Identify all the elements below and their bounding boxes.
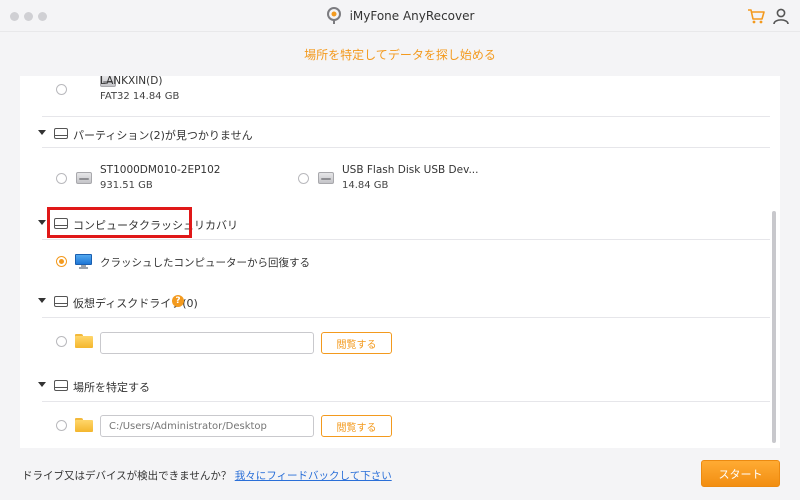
virtual-drive-browse-button[interactable]: 閲覧する [321, 332, 392, 354]
drive-icon [76, 169, 92, 186]
footer-question: ドライブ又はデバイスが検出できませんか？ [22, 470, 232, 482]
drive-size: 931.51 GB [100, 180, 153, 191]
lost-partitions-label: パーティション(2)が見つかりません [73, 129, 253, 142]
drive-icon [318, 169, 334, 186]
start-button[interactable]: スタート [701, 460, 780, 487]
anyrecover-logo-icon [326, 7, 342, 25]
location-path-input[interactable] [100, 415, 314, 437]
crash-recovery-option[interactable]: クラッシュしたコンピューターから回復する [100, 255, 310, 270]
virtual-drive-path-input[interactable] [100, 332, 314, 354]
help-icon[interactable]: ? [172, 295, 184, 307]
collapse-caret-icon[interactable] [38, 382, 46, 387]
specify-location-radio[interactable] [56, 420, 67, 431]
folder-icon [75, 334, 93, 348]
divider [42, 147, 770, 148]
feedback-link[interactable]: 我々にフィードバックして下さい [235, 470, 392, 482]
panel-scrollbar[interactable] [772, 211, 776, 443]
hard-drive-icon [54, 295, 68, 308]
drive-radio-st1000[interactable] [56, 173, 67, 184]
drive-radio-lankxin[interactable] [56, 84, 67, 95]
location-panel: LANKXIN(D) FAT32 14.84 GB パーティション(2)が見つか… [20, 76, 780, 448]
drive-name: ST1000DM010-2EP102 [100, 164, 221, 176]
drive-name: LANKXIN(D) [100, 76, 163, 87]
divider [42, 239, 770, 240]
divider [42, 116, 770, 117]
location-browse-button[interactable]: 閲覧する [321, 415, 392, 437]
drive-name: USB Flash Disk USB Dev... [342, 164, 479, 176]
drive-size: FAT32 14.84 GB [100, 91, 180, 102]
specify-location-label: 場所を特定する [73, 381, 150, 394]
footer-help: ドライブ又はデバイスが検出できませんか？ 我々にフィードバックして下さい [22, 468, 392, 483]
drive-size: 14.84 GB [342, 180, 389, 191]
highlight-box [47, 207, 192, 238]
virtual-drive-radio[interactable] [56, 336, 67, 347]
hard-drive-icon [54, 379, 68, 392]
divider [42, 401, 770, 402]
folder-icon [75, 418, 93, 432]
cart-icon[interactable] [747, 7, 765, 25]
collapse-caret-icon[interactable] [38, 130, 46, 135]
app-title: iMyFone AnyRecover [0, 0, 800, 32]
page-subtitle: 場所を特定してデータを探し始める [304, 47, 496, 62]
divider [42, 317, 770, 318]
crash-recovery-radio[interactable] [56, 256, 67, 267]
hard-drive-icon [54, 127, 68, 140]
title-bar: iMyFone AnyRecover [0, 0, 800, 32]
collapse-caret-icon[interactable] [38, 298, 46, 303]
drive-radio-usb[interactable] [298, 173, 309, 184]
collapse-caret-icon[interactable] [38, 220, 46, 225]
user-icon[interactable] [772, 7, 790, 25]
computer-monitor-icon [75, 254, 92, 269]
app-title-text: iMyFone AnyRecover [349, 9, 475, 23]
